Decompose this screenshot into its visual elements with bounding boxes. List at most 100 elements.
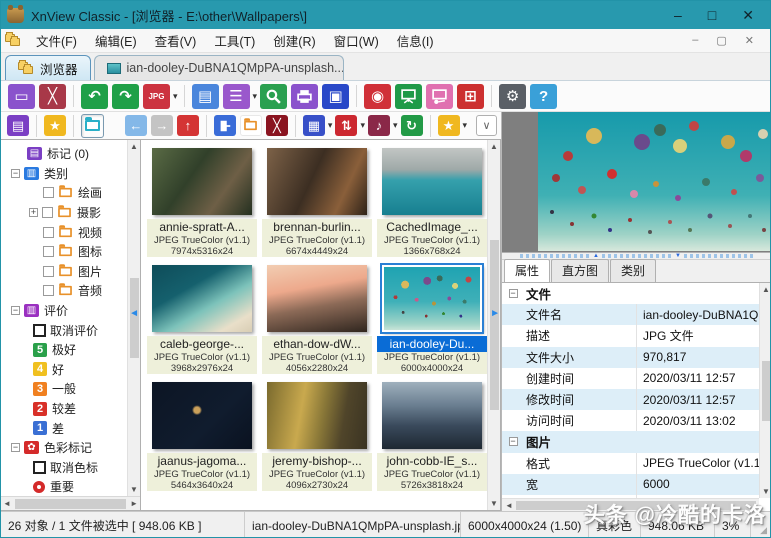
- tab-histogram[interactable]: 直方图: [551, 259, 609, 282]
- sidebar-horizontal-scrollbar[interactable]: ◄ ►: [1, 496, 140, 510]
- splitter-handle[interactable]: [684, 254, 754, 258]
- scroll-down-icon[interactable]: ▼: [490, 499, 498, 508]
- thumbnail-jeremy-bishop[interactable]: jeremy-bishop-... JPEG TrueColor (v1.1) …: [262, 382, 372, 491]
- open-folder-button[interactable]: [214, 115, 236, 136]
- delete-button[interactable]: ╳: [266, 115, 288, 136]
- menu-tools[interactable]: 工具(T): [205, 28, 264, 53]
- view-mode-button[interactable]: ▦: [303, 115, 325, 136]
- sidebar-item-rating-4[interactable]: 4 好: [3, 360, 140, 380]
- sidebar-item-unrated[interactable]: 取消评价: [3, 320, 140, 340]
- checkbox[interactable]: [42, 207, 53, 218]
- sidebar-item-rating-3[interactable]: 3 一般: [3, 379, 140, 399]
- rating-dropdown[interactable]: ▾: [463, 120, 468, 131]
- sidebar-item-icons[interactable]: 图标: [3, 242, 140, 262]
- folders-pane-button[interactable]: [81, 114, 104, 138]
- sidebar-item-no-color-label[interactable]: 取消色标: [3, 458, 140, 478]
- category-pane-button[interactable]: ▤: [7, 115, 29, 136]
- table-row-filesize[interactable]: 文件大小 970,817: [502, 347, 759, 368]
- table-row-width[interactable]: 宽 6000: [502, 474, 759, 495]
- properties-vertical-scrollbar[interactable]: ▲ ▼: [759, 283, 771, 498]
- splitter-handle[interactable]: [520, 254, 590, 258]
- splitter-down-icon[interactable]: ▼: [675, 253, 681, 259]
- thumbnail-cachedimage[interactable]: CachedImage_... JPEG TrueColor (v1.1) 13…: [377, 148, 487, 257]
- title-bar[interactable]: XnView Classic - [浏览器 - E:\other\Wallpap…: [1, 1, 770, 29]
- image-viewer-button[interactable]: ▣: [322, 84, 349, 109]
- fullscreen-button[interactable]: ╳: [39, 84, 66, 109]
- collapse-box[interactable]: −: [11, 306, 20, 315]
- thumbnail-caleb-george[interactable]: caleb-george-... JPEG TrueColor (v1.1) 3…: [147, 265, 257, 374]
- sidebar-item-pictures[interactable]: 图片: [3, 262, 140, 282]
- refresh-button[interactable]: ↻: [401, 115, 423, 136]
- view-list-button[interactable]: ☰: [223, 84, 250, 109]
- toolbar-overflow-button[interactable]: ∨: [476, 115, 497, 136]
- sort-button[interactable]: ⇅: [335, 115, 357, 136]
- menu-edit[interactable]: 编辑(E): [86, 28, 146, 53]
- up-button[interactable]: ↑: [177, 115, 199, 136]
- properties-button[interactable]: ▤: [192, 84, 219, 109]
- settings-button[interactable]: ⚙: [499, 84, 526, 109]
- scroll-up-icon[interactable]: ▲: [762, 285, 770, 294]
- jpeg-dropdown[interactable]: ▾: [173, 91, 178, 102]
- checkbox[interactable]: [43, 187, 54, 198]
- sidebar-item-painting[interactable]: 绘画: [3, 183, 140, 203]
- sidebar-item-rating-5[interactable]: 5 极好: [3, 340, 140, 360]
- sidebar-item-rating-1[interactable]: 1 差: [3, 418, 140, 438]
- sidebar-item-important[interactable]: 重要: [3, 477, 140, 496]
- checkbox[interactable]: [43, 246, 54, 257]
- thumbnail-brennan-burlingham[interactable]: brennan-burlin... JPEG TrueColor (v1.1) …: [262, 148, 372, 257]
- checkbox[interactable]: [43, 227, 54, 238]
- sort-dropdown[interactable]: ▾: [360, 120, 365, 131]
- collapse-box[interactable]: −: [509, 289, 518, 298]
- sidebar-item-categories[interactable]: − ▥ 类别: [3, 164, 140, 184]
- print-button[interactable]: [291, 84, 318, 109]
- sidebar-item-tags[interactable]: ▤ 标记 (0): [3, 144, 140, 164]
- rating-button[interactable]: ★: [438, 115, 460, 136]
- scroll-up-icon[interactable]: ▲: [490, 142, 498, 151]
- slideshow-button[interactable]: [395, 84, 422, 109]
- filter-dropdown[interactable]: ▾: [393, 120, 398, 131]
- view-folder-button[interactable]: [240, 115, 262, 136]
- menu-view[interactable]: 查看(V): [146, 28, 206, 53]
- resize-grip[interactable]: ◢: [754, 512, 770, 538]
- sidebar-item-video[interactable]: 视频: [3, 222, 140, 242]
- capture-photo-button[interactable]: ◉: [364, 84, 391, 109]
- scroll-right-icon[interactable]: ►: [128, 499, 140, 508]
- scrollbar-thumb[interactable]: [15, 499, 126, 509]
- mdi-close-button[interactable]: ✕: [741, 33, 758, 48]
- properties-horizontal-scrollbar[interactable]: ◄: [502, 498, 759, 511]
- sidebar-item-color-labels[interactable]: − ✿ 色彩标记: [3, 438, 140, 458]
- table-row-filename[interactable]: 文件名 ian-dooley-DuBNA1QM: [502, 304, 759, 325]
- minimize-button[interactable]: –: [674, 8, 682, 22]
- maximize-button[interactable]: □: [708, 8, 716, 22]
- checkbox[interactable]: [43, 285, 54, 296]
- thumbnail-vertical-scrollbar[interactable]: ▲ ▼: [487, 140, 500, 510]
- checkbox[interactable]: [33, 324, 46, 337]
- thumbnail-ethan-dow[interactable]: ethan-dow-dW... JPEG TrueColor (v1.1) 40…: [262, 265, 372, 374]
- forward-button[interactable]: →: [151, 115, 173, 136]
- sidebar-collapse-arrow[interactable]: ◄: [129, 308, 139, 319]
- splitter-handle[interactable]: [602, 254, 672, 258]
- tab-properties[interactable]: 属性: [504, 259, 550, 283]
- sidebar-item-audio[interactable]: 音频: [3, 281, 140, 301]
- table-row-modified[interactable]: 修改时间 2020/03/11 12:57: [502, 389, 759, 410]
- view-mode-dropdown[interactable]: ▾: [328, 120, 333, 131]
- help-button[interactable]: ?: [530, 84, 557, 109]
- table-section-file[interactable]: − 文件: [502, 283, 759, 304]
- sidebar-item-photography[interactable]: + 摄影: [3, 203, 140, 223]
- filter-button[interactable]: ♪: [368, 115, 390, 136]
- collapse-box[interactable]: −: [11, 443, 20, 452]
- scroll-left-icon[interactable]: ◄: [1, 499, 13, 508]
- scroll-down-icon[interactable]: ▼: [762, 487, 770, 496]
- scrollbar-thumb[interactable]: [762, 361, 771, 421]
- checkbox[interactable]: [33, 461, 46, 474]
- sidebar-item-rating-2[interactable]: 2 较差: [3, 399, 140, 419]
- checkbox[interactable]: [43, 266, 54, 277]
- rotate-left-button[interactable]: ↶: [81, 84, 108, 109]
- scrollbar-thumb[interactable]: [490, 240, 499, 410]
- favorites-pane-button[interactable]: ★: [44, 115, 66, 136]
- search-button[interactable]: [260, 84, 287, 109]
- mdi-minimize-button[interactable]: –: [688, 33, 702, 48]
- collapse-box[interactable]: −: [11, 169, 20, 178]
- screen-capture-button[interactable]: [426, 84, 453, 109]
- menu-window[interactable]: 窗口(W): [325, 28, 388, 53]
